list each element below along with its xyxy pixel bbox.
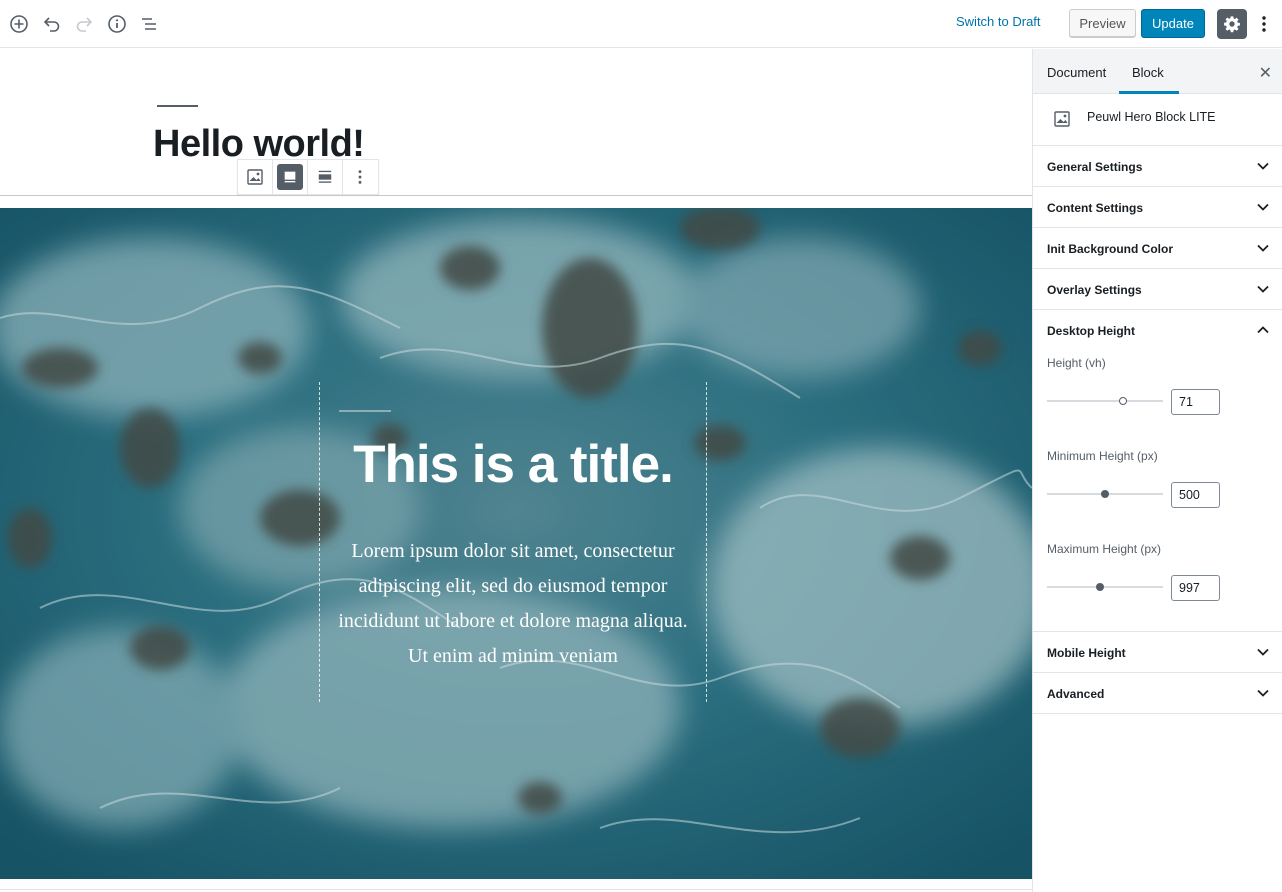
block-toolbar: [237, 159, 379, 195]
align-wide-icon: [284, 171, 296, 183]
panel-title: General Settings: [1047, 160, 1143, 174]
undo-icon[interactable]: [40, 12, 64, 36]
more-vertical-icon: [1262, 16, 1266, 32]
max-height-slider-thumb[interactable]: [1096, 583, 1104, 591]
hero-text[interactable]: Lorem ipsum dolor sit amet, consectetur …: [328, 534, 698, 674]
redo-icon[interactable]: [72, 12, 96, 36]
tab-document[interactable]: Document: [1047, 65, 1106, 80]
add-block-icon[interactable]: [7, 12, 31, 36]
hero-block[interactable]: This is a title. Lorem ipsum dolor sit a…: [0, 208, 1032, 879]
panel-general-settings[interactable]: General Settings: [1033, 146, 1282, 187]
panel-title: Init Background Color: [1047, 242, 1173, 256]
tab-block[interactable]: Block: [1132, 65, 1164, 80]
outline-icon[interactable]: [137, 12, 161, 36]
height-vh-label: Height (vh): [1047, 356, 1106, 370]
chevron-down-icon: [1257, 244, 1269, 252]
more-vertical-icon: [359, 170, 362, 184]
height-vh-slider-thumb[interactable]: [1119, 397, 1127, 405]
max-height-slider[interactable]: [1047, 586, 1163, 588]
min-height-slider-thumb[interactable]: [1101, 490, 1109, 498]
chevron-down-icon: [1257, 285, 1269, 293]
more-menu-button[interactable]: [1255, 12, 1273, 36]
settings-sidebar: Document Block ✕ Peuwl Hero Block LITE G…: [1032, 49, 1282, 892]
height-vh-input[interactable]: [1171, 389, 1220, 415]
switch-to-draft-button[interactable]: Switch to Draft: [956, 14, 1041, 29]
min-height-input[interactable]: [1171, 482, 1220, 508]
block-type-button[interactable]: [238, 160, 273, 194]
panel-title: Advanced: [1047, 687, 1105, 701]
editor-header: Switch to Draft Preview Update: [0, 0, 1282, 48]
panel-desktop-height: Desktop Height Height (vh) Minimum Heigh…: [1033, 310, 1282, 632]
settings-button[interactable]: [1217, 9, 1247, 39]
panel-title: Overlay Settings: [1047, 283, 1142, 297]
block-name: Peuwl Hero Block LITE: [1087, 110, 1216, 124]
sidebar-tabs: Document Block ✕: [1033, 49, 1282, 94]
panel-title: Mobile Height: [1047, 646, 1126, 660]
chevron-down-icon: [1257, 689, 1269, 697]
info-icon[interactable]: [105, 12, 129, 36]
panel-mobile-height[interactable]: Mobile Height: [1033, 632, 1282, 673]
panel-advanced[interactable]: Advanced: [1033, 673, 1282, 714]
align-wide-button[interactable]: [273, 160, 308, 194]
min-height-label: Minimum Height (px): [1047, 449, 1158, 463]
chevron-down-icon: [1257, 648, 1269, 656]
hero-block-icon: [247, 169, 263, 185]
hero-content-box[interactable]: This is a title. Lorem ipsum dolor sit a…: [319, 382, 707, 702]
align-full-icon: [318, 170, 332, 183]
block-more-options-button[interactable]: [343, 160, 378, 194]
chevron-down-icon: [1257, 162, 1269, 170]
chevron-up-icon[interactable]: [1256, 323, 1270, 337]
editor-bottom-divider: [0, 889, 1032, 890]
close-icon[interactable]: ✕: [1259, 63, 1272, 83]
block-card: Peuwl Hero Block LITE: [1033, 94, 1282, 146]
panel-title: Content Settings: [1047, 201, 1143, 215]
editor-canvas: Hello world! This is a title. Lorem ipsu…: [0, 49, 1032, 892]
max-height-label: Maximum Height (px): [1047, 542, 1162, 556]
panel-overlay-settings[interactable]: Overlay Settings: [1033, 269, 1282, 310]
height-vh-slider[interactable]: [1047, 400, 1163, 402]
block-outline: [0, 195, 1032, 196]
panel-init-background-color[interactable]: Init Background Color: [1033, 228, 1282, 269]
hero-separator: [339, 410, 391, 412]
preview-button[interactable]: Preview: [1069, 9, 1136, 38]
gear-icon: [1224, 16, 1240, 33]
title-separator: [157, 105, 198, 107]
align-full-button[interactable]: [308, 160, 343, 194]
max-height-input[interactable]: [1171, 575, 1220, 601]
chevron-down-icon: [1257, 203, 1269, 211]
hero-block-icon: [1053, 110, 1071, 133]
update-button[interactable]: Update: [1141, 9, 1205, 38]
panel-content-settings[interactable]: Content Settings: [1033, 187, 1282, 228]
panel-title[interactable]: Desktop Height: [1047, 324, 1135, 338]
hero-title[interactable]: This is a title.: [320, 434, 706, 495]
